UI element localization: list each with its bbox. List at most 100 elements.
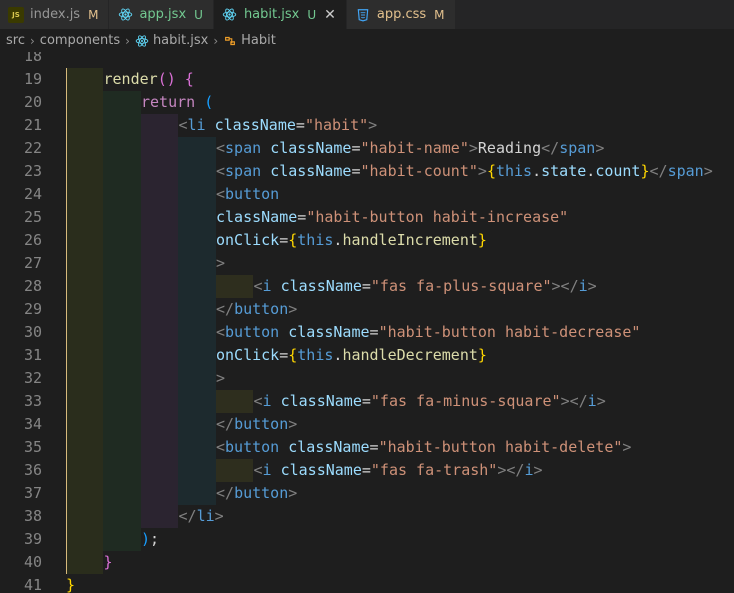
code-line[interactable]: 26 onClick={this.handleIncrement} bbox=[0, 229, 734, 252]
code-line[interactable]: 18 bbox=[0, 52, 734, 68]
code-line[interactable]: 20 return ( bbox=[0, 91, 734, 114]
code-text: <i className="fas fa-minus-square"></i> bbox=[254, 390, 606, 413]
code-token: </ bbox=[649, 162, 668, 180]
indent-guide bbox=[178, 482, 216, 505]
react-icon bbox=[117, 7, 133, 23]
code-text: </button> bbox=[216, 298, 297, 321]
bracket-guide bbox=[66, 252, 67, 275]
line-number: 36 bbox=[23, 461, 42, 479]
indent-guide bbox=[103, 275, 141, 298]
css-file-icon bbox=[355, 7, 371, 23]
react-icon bbox=[135, 34, 149, 48]
indent-guide bbox=[66, 137, 103, 160]
code-token: className bbox=[280, 392, 362, 410]
code-line[interactable]: 41} bbox=[0, 574, 734, 593]
code-line[interactable]: 35 <button className="habit-button habit-… bbox=[0, 436, 734, 459]
code-line[interactable]: 40} bbox=[0, 551, 734, 574]
code-token: i bbox=[587, 392, 597, 410]
close-icon[interactable]: ✕ bbox=[324, 7, 336, 23]
breadcrumb-item-components[interactable]: components bbox=[40, 33, 120, 48]
breadcrumb-item-symbol[interactable]: Habit bbox=[241, 33, 276, 48]
tab-bar: JS index.js M app.jsx U habit.jsx U ✕ ap… bbox=[0, 0, 734, 29]
code-line[interactable]: 36 <i className="fas fa-trash"></i> bbox=[0, 459, 734, 482]
bracket-guide bbox=[66, 367, 67, 390]
code-token: } bbox=[66, 576, 76, 593]
indent-guide bbox=[178, 436, 216, 459]
code-line[interactable]: 38 </li> bbox=[0, 505, 734, 528]
tab-status: M bbox=[88, 7, 99, 22]
code-token: = bbox=[351, 139, 361, 157]
code-line[interactable]: 27 > bbox=[0, 252, 734, 275]
code-token: > bbox=[288, 300, 298, 318]
indent-guide bbox=[178, 413, 216, 436]
code-text: <li className="habit"> bbox=[179, 114, 378, 137]
code-token: } bbox=[640, 162, 650, 180]
code-line[interactable]: 19 render() { bbox=[0, 68, 734, 91]
indent-guide bbox=[103, 160, 141, 183]
bracket-guide bbox=[66, 551, 67, 574]
line-number: 23 bbox=[23, 162, 42, 180]
indent-guide bbox=[66, 413, 103, 436]
indent-guide bbox=[141, 183, 178, 206]
line-number: 29 bbox=[23, 300, 42, 318]
code-line[interactable]: 24 <button bbox=[0, 183, 734, 206]
code-line[interactable]: 25 className="habit-button habit-increase… bbox=[0, 206, 734, 229]
code-token: button bbox=[225, 323, 280, 341]
code-line[interactable]: 21 <li className="habit"> bbox=[0, 114, 734, 137]
tab-app-css[interactable]: app.css M bbox=[346, 0, 456, 29]
indent-guide bbox=[103, 91, 141, 114]
line-number: 25 bbox=[23, 208, 42, 226]
code-token: { bbox=[288, 346, 298, 364]
bracket-guide bbox=[66, 298, 67, 321]
tab-app-jsx[interactable]: app.jsx U bbox=[109, 0, 214, 29]
code-line[interactable]: 29 </button> bbox=[0, 298, 734, 321]
code-line[interactable]: 23 <span className="habit-count">{this.st… bbox=[0, 160, 734, 183]
code-text: } bbox=[104, 551, 113, 574]
code-token: "habit" bbox=[304, 116, 369, 134]
code-line[interactable]: 30 <button className="habit-button habit-… bbox=[0, 321, 734, 344]
indent-guide bbox=[103, 459, 141, 482]
code-token: span bbox=[225, 139, 262, 157]
line-number: 34 bbox=[23, 415, 42, 433]
code-line[interactable]: 31 onClick={this.handleDecrement} bbox=[0, 344, 734, 367]
code-token: onClick bbox=[216, 231, 280, 249]
code-text: <span className="habit-count">{this.stat… bbox=[216, 160, 713, 183]
breadcrumb-item-file[interactable]: habit.jsx bbox=[153, 33, 208, 48]
line-number: 38 bbox=[23, 507, 42, 525]
indent-guide bbox=[66, 275, 103, 298]
code-token: > bbox=[703, 162, 713, 180]
line-number: 35 bbox=[23, 438, 42, 456]
bracket-guide bbox=[66, 91, 67, 114]
indent-guide bbox=[141, 367, 178, 390]
code-line[interactable]: 22 <span className="habit-name">Reading</… bbox=[0, 137, 734, 160]
indent-guide bbox=[178, 298, 216, 321]
code-text: </button> bbox=[216, 482, 297, 505]
breadcrumb-item-src[interactable]: src bbox=[6, 33, 25, 48]
code-editor[interactable]: 18 19 render() {20 return (21 <li className=… bbox=[0, 52, 734, 593]
code-token: render bbox=[103, 70, 158, 88]
symbol-class-icon bbox=[223, 34, 237, 48]
code-line[interactable]: 37 </button> bbox=[0, 482, 734, 505]
code-line[interactable]: 32 > bbox=[0, 367, 734, 390]
line-number: 28 bbox=[23, 277, 42, 295]
tab-index-js[interactable]: JS index.js M bbox=[0, 0, 110, 29]
code-text: <span className="habit-name">Reading</sp… bbox=[216, 137, 604, 160]
indent-guide bbox=[141, 436, 178, 459]
code-token: className bbox=[216, 208, 298, 226]
line-number: 37 bbox=[23, 484, 42, 502]
code-token: > bbox=[288, 484, 298, 502]
code-text: render() { bbox=[104, 68, 194, 91]
code-line[interactable]: 28 <i className="fas fa-plus-square"></i> bbox=[0, 275, 734, 298]
code-line[interactable]: 34 </button> bbox=[0, 413, 734, 436]
indent-guide bbox=[178, 137, 216, 160]
code-line[interactable]: 39); bbox=[0, 528, 734, 551]
tab-habit-jsx[interactable]: habit.jsx U ✕ bbox=[213, 0, 347, 29]
code-line[interactable]: 33 <i className="fas fa-minus-square"></i… bbox=[0, 390, 734, 413]
line-number: 39 bbox=[23, 530, 42, 548]
code-token: = bbox=[295, 116, 305, 134]
indent-guide bbox=[66, 321, 103, 344]
indent-guide bbox=[66, 436, 103, 459]
